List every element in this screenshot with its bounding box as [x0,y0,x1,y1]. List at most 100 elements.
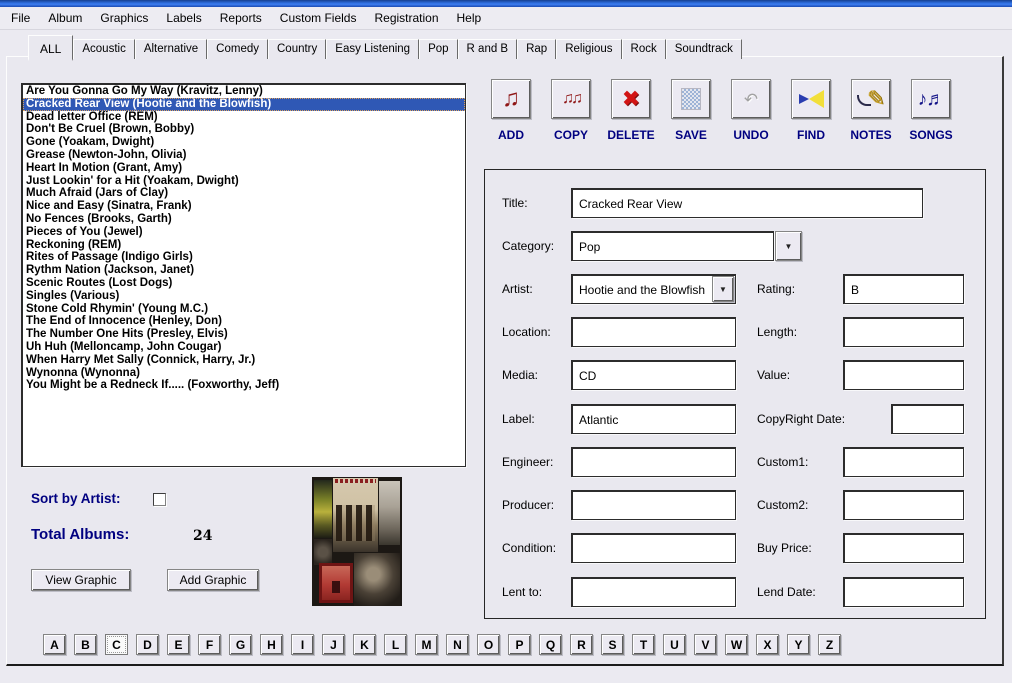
album-list-item[interactable]: The End of Innocence (Henley, Don) [23,315,465,328]
letter-button[interactable]: P [508,634,531,655]
letter-button[interactable]: C [105,634,128,655]
album-list-item[interactable]: Grease (Newton-John, Olivia) [23,149,465,162]
letter-button[interactable]: G [229,634,252,655]
album-list-item[interactable]: Are You Gonna Go My Way (Kravitz, Lenny) [23,85,465,98]
custom1-field[interactable] [843,447,964,477]
letter-button[interactable]: O [477,634,500,655]
category-tab[interactable]: Rap [517,39,556,59]
undo-button[interactable]: ↶ [731,79,771,119]
letter-button[interactable]: N [446,634,469,655]
letter-button[interactable]: R [570,634,593,655]
category-tab[interactable]: Pop [419,39,457,59]
menu-item[interactable]: Labels [157,8,210,28]
notes-button[interactable]: ✎ [851,79,891,119]
artist-dropdown-arrow[interactable]: ▼ [712,276,734,302]
category-field[interactable] [571,231,774,261]
menu-item[interactable]: Custom Fields [271,8,366,28]
category-tab[interactable]: Rock [622,39,666,59]
category-dropdown-arrow[interactable]: ▼ [775,231,802,261]
album-list-item[interactable]: Rites of Passage (Indigo Girls) [23,251,465,264]
album-list-item[interactable]: You Might be a Redneck If..... (Foxworth… [23,379,465,392]
album-list-item[interactable]: The Number One Hits (Presley, Elvis) [23,328,465,341]
letter-button[interactable]: Y [787,634,810,655]
album-list-item[interactable]: Nice and Easy (Sinatra, Frank) [23,200,465,213]
album-list-item[interactable]: Just Lookin' for a Hit (Yoakam, Dwight) [23,175,465,188]
view-graphic-button[interactable]: View Graphic [31,569,131,591]
category-tab[interactable]: ALL [28,35,73,61]
location-field[interactable] [571,317,736,347]
category-tab[interactable]: Acoustic [73,39,134,59]
category-tab[interactable]: R and B [458,39,518,59]
letter-button[interactable]: A [43,634,66,655]
title-field[interactable] [571,188,923,218]
letter-button[interactable]: W [725,634,748,655]
copyright-date-field[interactable] [891,404,964,434]
menu-item[interactable]: File [2,8,39,28]
menu-item[interactable]: Album [39,8,91,28]
letter-button[interactable]: F [198,634,221,655]
custom2-field[interactable] [843,490,964,520]
copy-button[interactable]: ♫♫ [551,79,591,119]
category-tab[interactable]: Alternative [135,39,207,59]
engineer-field[interactable] [571,447,736,477]
menu-item[interactable]: Registration [365,8,447,28]
lend-date-field[interactable] [843,577,964,607]
album-list-item[interactable]: Scenic Routes (Lost Dogs) [23,277,465,290]
rating-field[interactable] [843,274,964,304]
album-list-item[interactable]: When Harry Met Sally (Connick, Harry, Jr… [23,354,465,367]
album-list-item[interactable]: Uh Huh (Melloncamp, John Cougar) [23,341,465,354]
menu-item[interactable]: Reports [211,8,271,28]
album-list-item[interactable]: Gone (Yoakam, Dwight) [23,136,465,149]
category-tab[interactable]: Comedy [207,39,268,59]
category-tab[interactable]: Religious [556,39,621,59]
sort-by-artist-checkbox[interactable] [153,493,166,506]
album-list-item[interactable]: Heart In Motion (Grant, Amy) [23,162,465,175]
letter-button[interactable]: B [74,634,97,655]
album-list-item[interactable]: Singles (Various) [23,290,465,303]
album-list-item[interactable]: Pieces of You (Jewel) [23,226,465,239]
album-listbox[interactable]: Are You Gonna Go My Way (Kravitz, Lenny)… [21,83,466,467]
category-tab[interactable]: Country [268,39,326,59]
letter-button[interactable]: U [663,634,686,655]
album-list-item[interactable]: Don't Be Cruel (Brown, Bobby) [23,123,465,136]
menu-item[interactable]: Help [448,8,491,28]
condition-field[interactable] [571,533,736,563]
letter-button[interactable]: V [694,634,717,655]
label-field[interactable] [571,404,736,434]
album-list-item[interactable]: No Fences (Brooks, Garth) [23,213,465,226]
buy-price-field[interactable] [843,533,964,563]
length-field[interactable] [843,317,964,347]
letter-button[interactable]: I [291,634,314,655]
album-list-item[interactable]: Dead letter Office (REM) [23,111,465,124]
letter-button[interactable]: Z [818,634,841,655]
songs-button[interactable]: ♪♬ [911,79,951,119]
menu-item[interactable]: Graphics [91,8,157,28]
category-tab[interactable]: Soundtrack [666,39,742,59]
album-list-item[interactable]: Reckoning (REM) [23,239,465,252]
letter-button[interactable]: M [415,634,438,655]
album-list-item[interactable]: Cracked Rear View (Hootie and the Blowfi… [23,98,465,111]
album-list-item[interactable]: Much Afraid (Jars of Clay) [23,187,465,200]
delete-button[interactable]: ✖ [611,79,651,119]
add-button[interactable]: ♫ [491,79,531,119]
media-field[interactable] [571,360,736,390]
album-list-item[interactable]: Stone Cold Rhymin' (Young M.C.) [23,303,465,316]
letter-button[interactable]: H [260,634,283,655]
letter-button[interactable]: Q [539,634,562,655]
album-list-item[interactable]: Rythm Nation (Jackson, Janet) [23,264,465,277]
letter-button[interactable]: K [353,634,376,655]
producer-field[interactable] [571,490,736,520]
letter-button[interactable]: X [756,634,779,655]
letter-button[interactable]: L [384,634,407,655]
category-tab[interactable]: Easy Listening [326,39,419,59]
add-graphic-button[interactable]: Add Graphic [167,569,259,591]
letter-button[interactable]: S [601,634,624,655]
lent-to-field[interactable] [571,577,736,607]
letter-button[interactable]: J [322,634,345,655]
letter-button[interactable]: D [136,634,159,655]
save-button[interactable] [671,79,711,119]
letter-button[interactable]: E [167,634,190,655]
find-button[interactable] [791,79,831,119]
value-field[interactable] [843,360,964,390]
letter-button[interactable]: T [632,634,655,655]
